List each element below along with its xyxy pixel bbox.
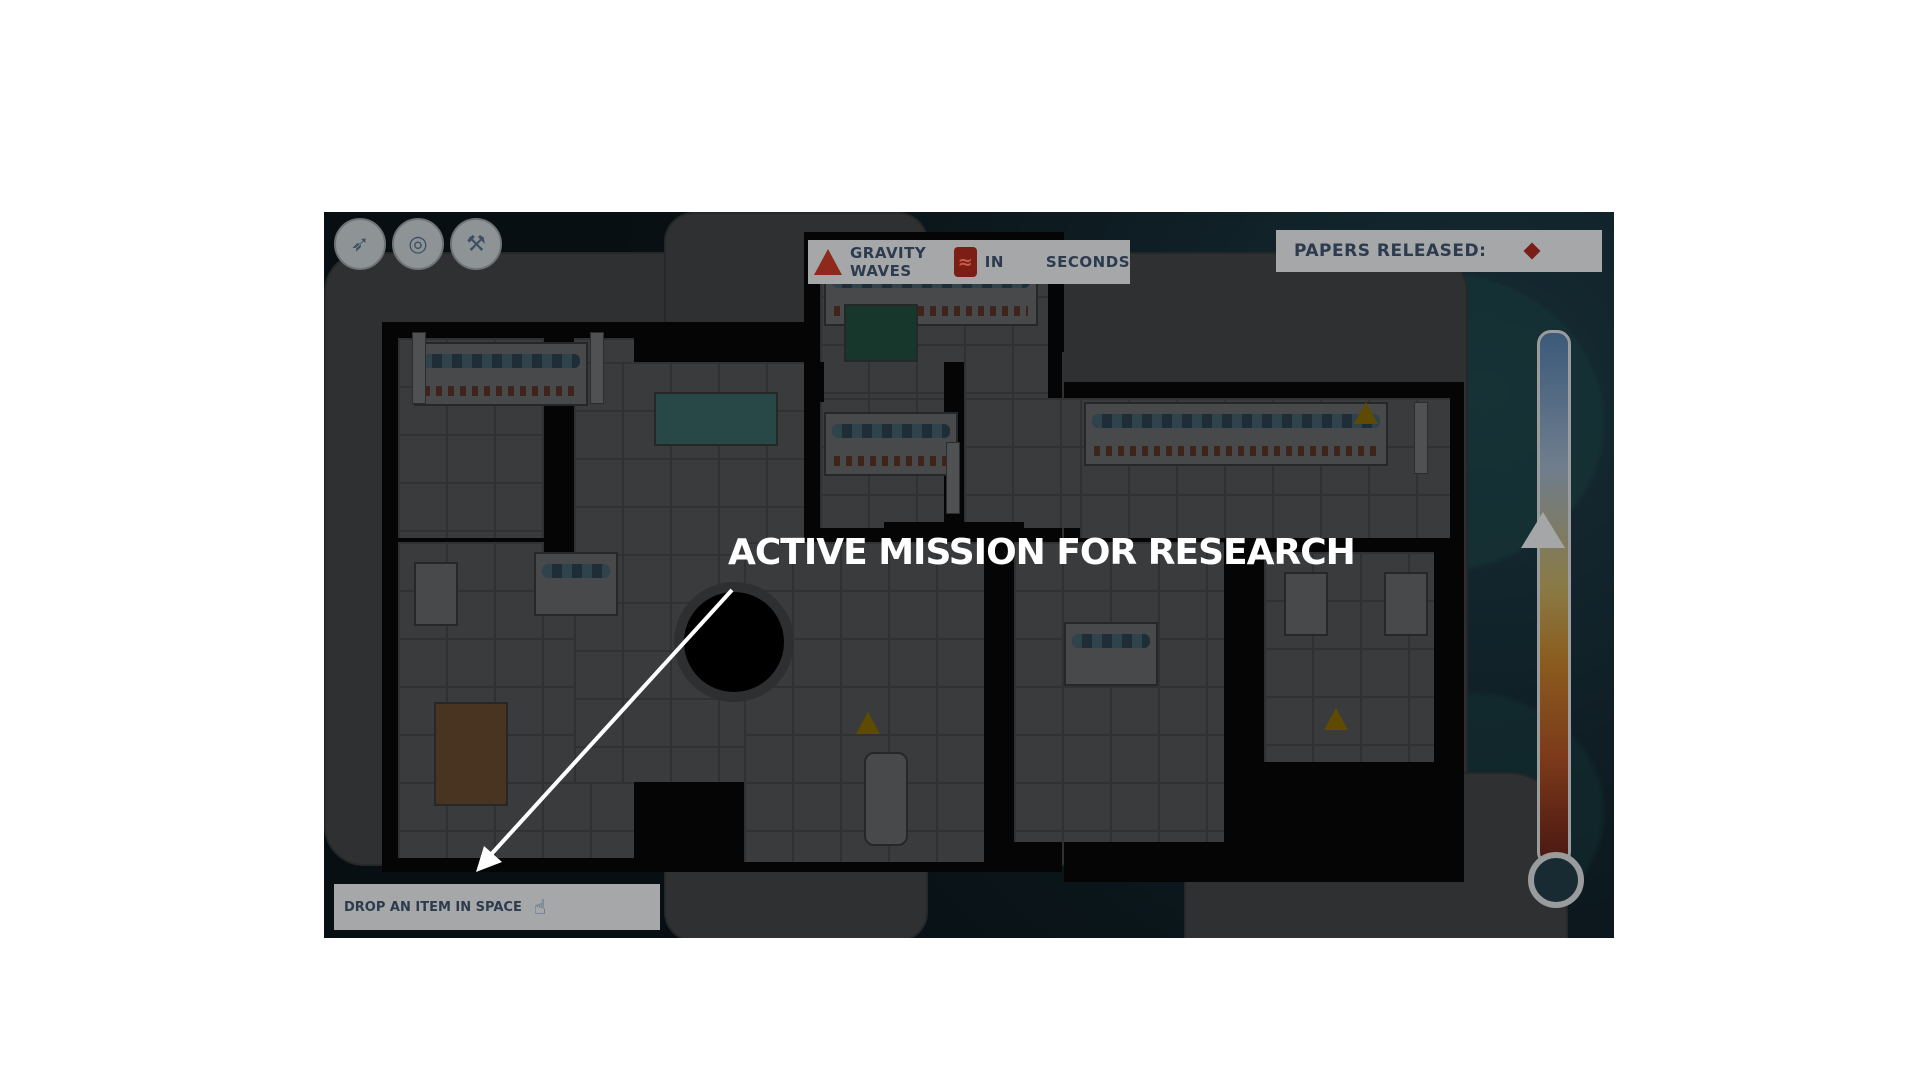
console-machine [1064,622,1158,686]
pillar [946,442,960,514]
game-viewport: ➶ ◎ ⚒ Gravity waves ≈ in seconds Papers … [324,212,1614,938]
console-machine [414,562,458,626]
room-floor [1014,542,1224,842]
warning-icon [856,712,880,734]
pillar [412,332,426,404]
gravity-timer-banner: Gravity waves ≈ in seconds [808,240,1130,284]
in-label: in [984,253,1004,271]
seconds-label: seconds [1045,253,1130,271]
warning-icon [1324,708,1348,730]
cargo-crate [434,702,508,806]
console-machine [414,342,588,406]
papers-released-banner: Papers released: [1276,230,1602,272]
red-diamond-icon [1523,242,1541,260]
meter-bulb [1528,852,1584,908]
hand-drop-item-icon: ☝ [533,895,547,919]
console-machine [1284,572,1328,636]
monitor-station [654,392,778,446]
papers-released-label: Papers released: [1294,241,1487,261]
console-machine [534,552,618,616]
pillar [590,332,604,404]
gravity-meter [1537,330,1571,866]
gravity-wave-icon: ≈ [954,247,977,277]
meter-arrow-icon [1521,512,1565,548]
active-mission-box[interactable]: Drop an item in space ☝ [334,884,660,930]
green-cabinet [844,304,918,362]
annotation-label: Active mission for research [728,532,1356,573]
hull-breach-hole[interactable] [674,582,794,702]
hammer-bolt-icon[interactable]: ⚒ [450,218,502,270]
winged-boot-icon[interactable]: ➶ [334,218,386,270]
console-machine [1384,572,1428,636]
mission-label: Drop an item in space [344,899,522,915]
console-machine [1084,402,1388,466]
inner-wall [1224,542,1264,842]
console-machine [824,412,958,476]
inner-wall [804,362,824,402]
trash-tube [864,752,908,846]
warning-icon [1354,402,1378,424]
pillar [1414,402,1428,474]
target-gear-icon[interactable]: ◎ [392,218,444,270]
gravity-waves-label: Gravity waves [850,244,927,280]
alert-triangle-icon [814,249,842,275]
